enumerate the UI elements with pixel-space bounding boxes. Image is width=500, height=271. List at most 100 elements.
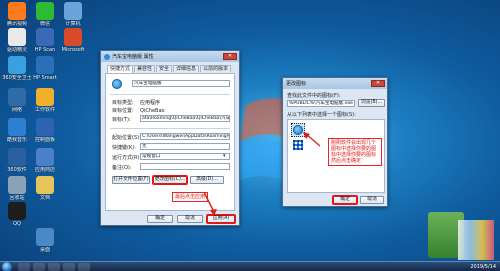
desktop-icon-image [8, 28, 26, 46]
desktop-icon[interactable]: 驱动精灵 [2, 28, 32, 53]
desktop-icon-label: QQ [13, 221, 21, 227]
desktop: 腾讯视频 微信 计算机驱动精灵 HP Scan Microsoft 360安全卫士 HP S… [0, 0, 500, 271]
desktop-icon-label: Microsoft [61, 47, 85, 53]
select-icon-callout: 刚刚软件会出现几个图标中选择你要的图标中选择你要的图标然后点击确定 [328, 138, 382, 166]
chevron-down-icon[interactable]: ▾ [223, 153, 226, 160]
callout-arrow [203, 191, 217, 216]
desktop-icon-label: 腾讯视频 [6, 21, 27, 27]
tab-details[interactable]: 详细信息 [173, 65, 200, 72]
close-button[interactable]: ✕ [371, 80, 385, 87]
shortcut-icon [112, 79, 122, 89]
desktop-icon-image [64, 2, 82, 20]
taskbar-item-app[interactable] [48, 263, 60, 271]
lookup-label: 查找此文件中的图标(F): [287, 93, 341, 99]
desktop-icon-image [8, 88, 26, 106]
callout-arrow-2 [303, 132, 321, 147]
target-location-value: QiCheBao [140, 107, 165, 114]
tab-shortcut[interactable]: 快捷方式 [107, 65, 134, 73]
desktop-icon-label: 控制面板 [34, 137, 55, 143]
comment-field[interactable] [140, 163, 230, 170]
target-field[interactable]: ata\Roaming\QiCheBao\QiCheBao\汽车宝电脑版.exe [140, 115, 230, 122]
desktop-icon-label: 网络 [11, 107, 22, 113]
run-select[interactable]: 常规窗口 [140, 153, 230, 160]
change-icon-button[interactable]: 更改图标(C)... [153, 176, 187, 184]
desktop-icon[interactable]: 微信 [30, 2, 60, 27]
desktop-icon[interactable]: 回收站 [2, 176, 32, 201]
desktop-icon[interactable]: 工作软件 [30, 88, 60, 113]
clock: 2019/5/14 [470, 264, 496, 270]
open-file-location-button[interactable]: 打开文件位置(F) [112, 176, 150, 184]
comment-label: 备注(O): [112, 165, 132, 171]
desktop-icon[interactable]: QQ [2, 202, 32, 227]
desktop-icon-label: 计算机 [65, 21, 81, 27]
tab-compatibility[interactable]: 兼容性 [134, 65, 156, 72]
start-in-label: 起始位置(S): [112, 135, 141, 141]
desktop-icon-image [36, 228, 54, 246]
tab-strip: 快捷方式 兼容性 安全 详细信息 以前的版本 [107, 65, 232, 73]
app-icon [104, 53, 110, 60]
properties-titlebar: 汽车宝电脑版 属性 ✕ [101, 51, 239, 62]
target-type-value: 应用程序 [140, 100, 161, 106]
start-button[interactable] [2, 262, 12, 271]
run-label: 运行方式(R): [112, 155, 142, 161]
taskbar: 2019/5/14 [0, 261, 500, 271]
desktop-icon-image [8, 202, 26, 220]
change-icon-title: 更改图标 [286, 81, 307, 87]
desktop-icon-image [8, 2, 26, 20]
shortcut-key-field[interactable]: 无 [140, 143, 230, 150]
tab-previous-versions[interactable]: 以前的版本 [200, 65, 232, 72]
change-icon-window: 更改图标 ✕ 查找此文件中的图标(F): %PUBLIC%\汽车宝电脑版.exe… [282, 77, 388, 207]
ok-button[interactable]: 确定 [147, 215, 173, 223]
desktop-icon[interactable]: 网络 [2, 88, 32, 113]
target-type-label: 目标类型: [112, 100, 134, 106]
desktop-icon[interactable]: 360安全卫士 [2, 56, 32, 81]
desktop-icon-image [36, 2, 54, 20]
desktop-icon-image [36, 88, 54, 106]
shortcut-key-label: 快捷键(K): [112, 145, 136, 151]
shortcut-name-field[interactable]: 汽车宝电脑版 [132, 80, 230, 87]
cancel-button[interactable]: 取消 [360, 196, 384, 204]
desktop-icon[interactable]: HP Scan [30, 28, 60, 53]
tab-security[interactable]: 安全 [156, 65, 173, 72]
desktop-icon-label: HP Smart [33, 75, 57, 81]
taskbar-item-qq[interactable] [78, 263, 90, 271]
desktop-gadget-2 [458, 220, 494, 260]
desktop-icon-label: 文档 [39, 195, 50, 201]
desktop-icon-label: 360软件 [7, 167, 27, 173]
browse-button[interactable]: 浏览(B)... [358, 99, 385, 107]
desktop-icon-image [8, 176, 26, 194]
desktop-icon[interactable]: 控制面板 [30, 118, 60, 143]
ok-button[interactable]: 确定 [333, 196, 357, 204]
desktop-icon-label: 360安全卫士 [2, 75, 32, 81]
start-in-field[interactable]: C:\Users\Wangwei\AppData\Roaming\QiCheBa… [140, 133, 230, 140]
taskbar-item-explorer[interactable] [18, 263, 30, 271]
desktop-icon[interactable]: 计算机 [58, 2, 88, 27]
desktop-icon-label: HP Scan [34, 47, 56, 53]
desktop-icon-label: 驱动精灵 [6, 47, 27, 53]
desktop-icon-image [8, 148, 26, 166]
taskbar-item-media[interactable] [63, 263, 75, 271]
desktop-icon-image [8, 56, 26, 74]
desktop-icon-label: 酷我音乐 [6, 137, 27, 143]
desktop-icon[interactable]: 文档 [30, 176, 60, 201]
desktop-icon[interactable]: Microsoft [58, 28, 88, 53]
change-icon-titlebar: 更改图标 ✕ [283, 78, 387, 89]
icon-list-label: 从以下列表中选择一个图标(S): [287, 112, 356, 118]
desktop-icon[interactable]: HP Smart [30, 56, 60, 81]
desktop-icon-image [64, 28, 82, 46]
desktop-icon-image [36, 176, 54, 194]
taskbar-item-browser[interactable] [33, 263, 45, 271]
icon-path-field[interactable]: %PUBLIC%\汽车宝电脑版.exe [287, 100, 355, 107]
desktop-icon-image [36, 28, 54, 46]
desktop-icon[interactable]: 腾讯视频 [2, 2, 32, 27]
desktop-icon-label: 应用商店 [34, 167, 55, 173]
desktop-icon-image [36, 56, 54, 74]
desktop-icon[interactable]: 酷我音乐 [2, 118, 32, 143]
target-label: 目标(T): [112, 117, 131, 123]
desktop-icon-label: 微信 [39, 21, 50, 27]
desktop-icon[interactable]: 应用商店 [30, 148, 60, 173]
close-button[interactable]: ✕ [223, 53, 237, 60]
advanced-button[interactable]: 高级(D)... [190, 176, 224, 184]
desktop-icon[interactable]: 桌面 [30, 228, 60, 253]
desktop-icon[interactable]: 360软件 [2, 148, 32, 173]
